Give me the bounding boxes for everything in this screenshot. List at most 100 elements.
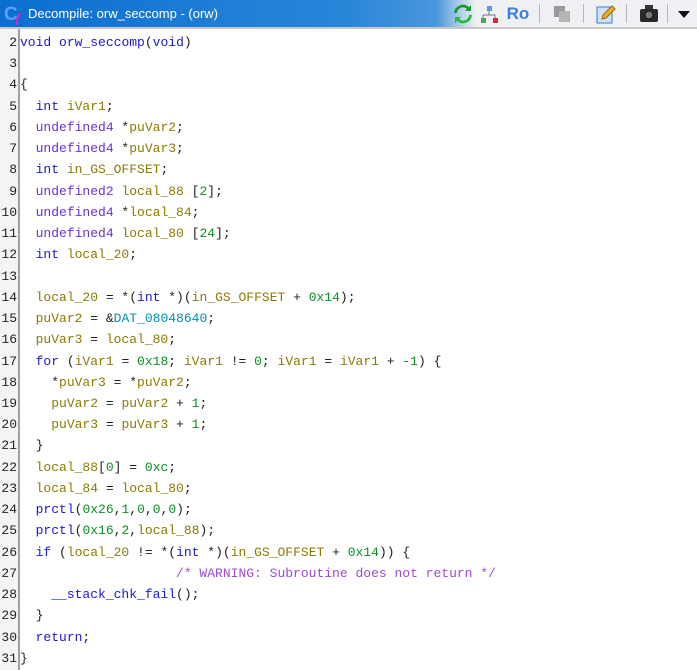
code-line[interactable]: 16 puVar3 = local_80;: [0, 329, 697, 350]
keyword-token: void: [20, 35, 52, 50]
code-line[interactable]: 29 }: [0, 605, 697, 626]
variable-token[interactable]: local_88: [36, 460, 98, 475]
code-line[interactable]: 7 undefined4 *puVar3;: [0, 138, 697, 159]
punctuation-token: ;: [129, 247, 138, 263]
number-literal-token: 0: [152, 502, 161, 518]
punctuation-token: [: [98, 459, 106, 475]
code-line[interactable]: 6 undefined4 *puVar2;: [0, 117, 697, 138]
code-line[interactable]: 22 local_88[0] = 0xc;: [0, 457, 697, 478]
code-line[interactable]: 3: [0, 53, 697, 74]
variable-token[interactable]: in_GS_OFFSET: [231, 545, 325, 560]
punctuation-token: [20, 481, 36, 496]
punctuation-token: [20, 587, 51, 602]
code-line[interactable]: 5 int iVar1;: [0, 96, 697, 117]
punctuation-token: ;: [82, 629, 91, 645]
line-number: 10: [1, 204, 17, 220]
punctuation-token: ;: [176, 141, 184, 157]
variable-token[interactable]: local_80: [121, 226, 183, 241]
punctuation-token: ();: [176, 587, 200, 603]
punctuation-token: +: [168, 417, 192, 433]
comment-token: /* WARNING: Subroutine does not return *…: [176, 565, 496, 581]
read-only-button[interactable]: Ro: [505, 3, 531, 25]
line-number: 4: [9, 77, 17, 93]
toolbar-separator: [539, 4, 540, 23]
punctuation-token: +: [168, 395, 192, 411]
code-line[interactable]: 12 int local_20;: [0, 244, 697, 265]
variable-token[interactable]: puVar3: [36, 332, 83, 347]
refresh-button[interactable]: [452, 3, 474, 25]
code-line[interactable]: 18 *puVar3 = *puVar2;: [0, 372, 697, 393]
variable-token[interactable]: local_88: [121, 184, 183, 199]
variable-token[interactable]: local_84: [36, 481, 98, 496]
code-line[interactable]: 26 if (local_20 != *(int *)(in_GS_OFFSET…: [0, 542, 697, 563]
variable-token[interactable]: puVar2: [51, 396, 98, 411]
code-text: undefined4 *puVar3;: [20, 138, 184, 159]
code-line[interactable]: 20 puVar3 = puVar3 + 1;: [0, 414, 697, 435]
decompiled-code-view[interactable]: 2 void orw_seccomp(void) 3 4{5 int iVar1; 6 …: [0, 32, 697, 669]
code-line[interactable]: 9 undefined2 local_88 [2];: [0, 181, 697, 202]
variable-token[interactable]: local_20: [67, 545, 129, 560]
variable-token[interactable]: puVar2: [121, 396, 168, 411]
variable-token[interactable]: puVar2: [137, 375, 184, 390]
punctuation-token: [20, 502, 36, 517]
code-line[interactable]: 30 return;: [0, 627, 697, 648]
variable-token[interactable]: in_GS_OFFSET: [192, 290, 286, 305]
global-symbol-token[interactable]: DAT_08048640: [114, 311, 208, 326]
code-line[interactable]: 19 puVar2 = puVar2 + 1;: [0, 393, 697, 414]
punctuation-token: ): [183, 35, 192, 50]
variable-token[interactable]: puVar3: [59, 375, 106, 390]
code-text: }: [20, 435, 44, 456]
code-line[interactable]: 14 local_20 = *(int *)(in_GS_OFFSET + 0x…: [0, 287, 697, 308]
line-number: 9: [9, 183, 17, 199]
code-line[interactable]: 10 undefined4 *local_84;: [0, 202, 697, 223]
variable-token[interactable]: local_80: [121, 481, 183, 496]
code-line[interactable]: 27 /* WARNING: Subroutine does not retur…: [0, 563, 697, 584]
punctuation-token: [20, 162, 36, 177]
function-name-token[interactable]: orw_seccomp: [59, 35, 145, 50]
code-line[interactable]: 17 for (iVar1 = 0x18; iVar1 != 0; iVar1 …: [0, 351, 697, 372]
variable-token[interactable]: iVar1: [278, 354, 317, 369]
punctuation-token: =: [316, 353, 340, 369]
variable-token[interactable]: local_84: [129, 205, 191, 220]
code-line[interactable]: 25 prctl(0x16,2,local_88);: [0, 520, 697, 541]
code-line[interactable]: 15 puVar2 = &DAT_08048640;: [0, 308, 697, 329]
line-number: 27: [1, 565, 17, 581]
variable-token[interactable]: puVar3: [129, 141, 176, 156]
type-token: undefined4: [35, 204, 114, 220]
edit-button[interactable]: [595, 3, 617, 25]
variable-token[interactable]: local_88: [137, 523, 199, 538]
variable-token[interactable]: puVar3: [121, 417, 168, 432]
variable-token[interactable]: iVar1: [67, 99, 106, 114]
punctuation-token: [20, 120, 36, 135]
code-line[interactable]: 31}: [0, 648, 697, 669]
code-line[interactable]: 21 }: [0, 435, 697, 456]
variable-token[interactable]: puVar2: [129, 120, 176, 135]
variable-token[interactable]: iVar1: [340, 354, 379, 369]
code-line[interactable]: 13: [0, 266, 697, 287]
code-line[interactable]: 28 __stack_chk_fail();: [0, 584, 697, 605]
code-line[interactable]: 24 prctl(0x26,1,0,0,0);: [0, 499, 697, 520]
function-name-token[interactable]: __stack_chk_fail: [51, 587, 176, 602]
variable-token[interactable]: local_20: [67, 247, 129, 262]
variable-token[interactable]: puVar3: [51, 417, 98, 432]
code-line[interactable]: 23 local_84 = local_80;: [0, 478, 697, 499]
snapshot-button[interactable]: [638, 3, 660, 25]
punctuation-token: ;: [183, 374, 192, 390]
punctuation-token: [20, 205, 36, 220]
code-line[interactable]: 4{: [0, 74, 697, 95]
graph-button[interactable]: [478, 3, 500, 25]
variable-token[interactable]: iVar1: [75, 354, 114, 369]
variable-token[interactable]: iVar1: [184, 354, 223, 369]
function-name-token[interactable]: prctl: [36, 502, 75, 517]
variable-token[interactable]: in_GS_OFFSET: [67, 162, 161, 177]
copy-button[interactable]: [551, 3, 573, 25]
variable-token[interactable]: local_80: [106, 332, 168, 347]
code-line[interactable]: 8 int in_GS_OFFSET;: [0, 159, 697, 180]
variable-token[interactable]: local_20: [36, 290, 98, 305]
number-literal-token: 0x18: [137, 353, 169, 369]
function-name-token[interactable]: prctl: [36, 523, 75, 538]
code-line[interactable]: 11 undefined4 local_80 [24];: [0, 223, 697, 244]
variable-token[interactable]: puVar2: [36, 311, 83, 326]
code-line[interactable]: 2 void orw_seccomp(void): [0, 32, 697, 53]
menu-button[interactable]: [673, 3, 695, 25]
